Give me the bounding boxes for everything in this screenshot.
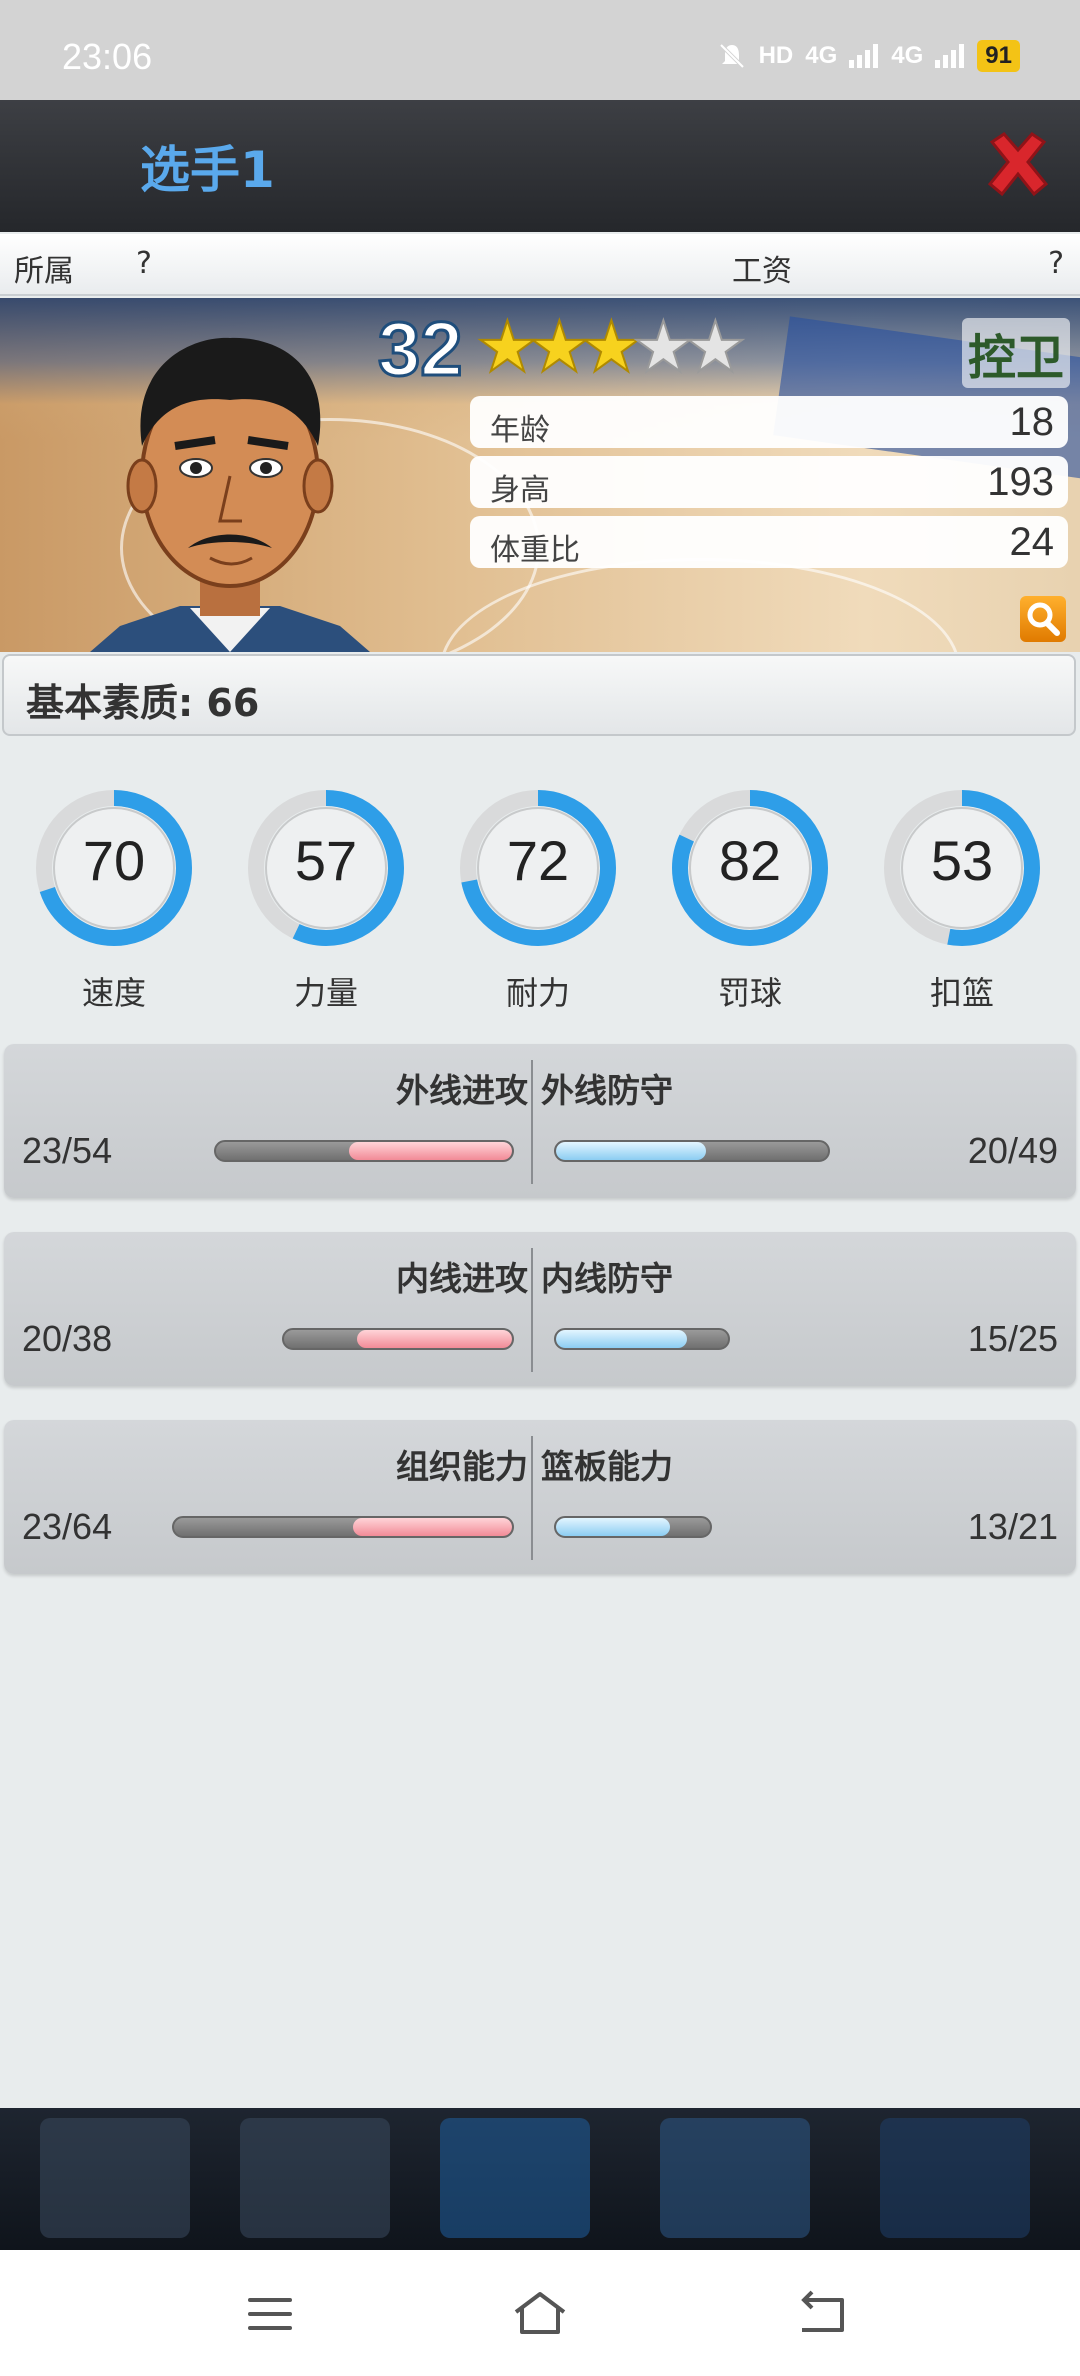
game-nav-item[interactable]	[440, 2118, 590, 2238]
gauge-label: 力量	[293, 974, 358, 1012]
affiliation-value: ?	[136, 246, 152, 281]
signal-bars-icon	[849, 44, 879, 68]
gauge-value: 57	[294, 829, 358, 892]
attack-bar-fill	[356, 1330, 512, 1348]
signal-4g-icon: 4G	[805, 42, 838, 69]
attack-bar-fill	[349, 1142, 512, 1160]
game-nav-item[interactable]	[40, 2118, 190, 2238]
defense-title: 内线防守	[541, 1259, 673, 1298]
gauge-value: 72	[506, 829, 570, 892]
position-badge: 控卫	[961, 318, 1070, 388]
attribute-label: 身高	[490, 473, 550, 508]
gauge-dunk: 53 扣篮	[882, 780, 1042, 1020]
game-bottom-nav	[0, 2108, 1080, 2250]
info-row: 所属 ? 工资 ?	[0, 234, 1080, 296]
affiliation-label: 所属	[14, 254, 74, 289]
player-card: 32 ★ ★ ★ ★ ★ 控卫 年龄 18 身高 193 体重比 24	[0, 298, 1080, 652]
attack-bar-fill	[353, 1518, 512, 1536]
star-icon: ★	[475, 306, 540, 388]
attack-bar	[214, 1140, 514, 1162]
gauge-label: 扣篮	[929, 974, 994, 1012]
signal-bars-icon	[935, 44, 965, 68]
game-nav-item[interactable]	[880, 2118, 1030, 2238]
star-icon: ★	[527, 306, 592, 388]
gauge-free-throw: 82 罚球	[670, 780, 830, 1020]
panel-divider	[531, 1248, 533, 1372]
comparison-outside: 外线进攻 外线防守 23/54 20/49	[4, 1044, 1076, 1198]
system-nav-bar	[0, 2250, 1080, 2376]
home-icon[interactable]	[510, 2288, 570, 2338]
signal-4g-icon: 4G	[891, 42, 924, 69]
gauge-value: 70	[82, 829, 146, 892]
defense-value: 20/49	[967, 1130, 1058, 1171]
gauge-value: 82	[718, 829, 782, 892]
defense-title: 篮板能力	[541, 1447, 673, 1486]
attack-value: 20/38	[22, 1318, 113, 1359]
attribute-height: 身高 193	[470, 456, 1068, 508]
attack-title: 内线进攻	[396, 1259, 528, 1298]
defense-bar-fill	[556, 1518, 670, 1536]
player-avatar	[90, 337, 370, 652]
attack-bar	[172, 1516, 514, 1538]
attack-bar	[282, 1328, 514, 1350]
attack-value: 23/64	[22, 1506, 113, 1547]
attribute-label: 体重比	[490, 533, 580, 568]
panel-divider	[531, 1060, 533, 1184]
salary-value: ?	[1048, 246, 1064, 281]
defense-bar-fill	[556, 1330, 687, 1348]
attribute-value: 193	[987, 460, 1054, 504]
defense-bar	[554, 1516, 712, 1538]
defense-value: 13/21	[967, 1506, 1058, 1547]
gauge-label: 耐力	[505, 974, 570, 1012]
defense-bar	[554, 1328, 730, 1350]
gauge-label: 罚球	[717, 974, 782, 1012]
defense-value: 15/25	[967, 1318, 1058, 1359]
base-quality-text: 基本素质: 66	[26, 681, 260, 725]
panel-divider	[531, 1436, 533, 1560]
attack-title: 组织能力	[396, 1447, 528, 1486]
gauge-value: 53	[930, 829, 994, 892]
gauge-strength: 57 力量	[246, 780, 406, 1020]
defense-bar	[554, 1140, 830, 1162]
skill-gauges: 70 速度 57 力量 72 耐力 82 罚球 53 扣篮	[0, 780, 1080, 1020]
status-icons: HD 4G 4G 91	[717, 40, 1020, 72]
star-rating: ★ ★ ★ ★ ★	[475, 306, 748, 388]
comparison-inside: 内线进攻 内线防守 20/38 15/25	[4, 1232, 1076, 1386]
dialog-header: 选手1	[0, 100, 1080, 232]
game-nav-item[interactable]	[660, 2118, 810, 2238]
search-icon	[1027, 602, 1060, 636]
gauge-stamina: 72 耐力	[458, 780, 618, 1020]
attribute-value: 18	[1009, 400, 1055, 444]
gauge-speed: 70 速度	[34, 780, 194, 1020]
attack-title: 外线进攻	[396, 1071, 528, 1110]
player-name-title: 选手1	[140, 141, 275, 199]
star-icon: ★	[579, 306, 644, 388]
game-nav-item[interactable]	[240, 2118, 390, 2238]
close-icon[interactable]	[982, 128, 1054, 200]
mute-icon	[719, 43, 745, 69]
search-button[interactable]	[1020, 596, 1066, 642]
gauge-label: 速度	[81, 974, 146, 1012]
comparison-organize-rebound: 组织能力 篮板能力 23/64 13/21	[4, 1420, 1076, 1574]
menu-icon[interactable]	[246, 2294, 294, 2334]
back-icon[interactable]	[796, 2290, 848, 2336]
battery-indicator: 91	[977, 40, 1020, 72]
status-bar: 23:06 HD 4G 4G 91	[0, 0, 1080, 100]
star-empty-icon: ★	[683, 306, 748, 388]
base-quality-bar: 基本素质: 66	[2, 654, 1076, 736]
attack-value: 23/54	[22, 1130, 113, 1171]
player-rating: 32	[377, 306, 465, 394]
defense-bar-fill	[556, 1142, 706, 1160]
salary-label: 工资	[732, 254, 792, 289]
attribute-weight-ratio: 体重比 24	[470, 516, 1068, 568]
defense-title: 外线防守	[541, 1071, 673, 1110]
attribute-value: 24	[1009, 520, 1055, 564]
attribute-age: 年龄 18	[470, 396, 1068, 448]
attribute-label: 年龄	[490, 413, 550, 448]
status-time: 23:06	[62, 36, 153, 77]
hd-icon: HD	[758, 42, 794, 69]
star-empty-icon: ★	[631, 306, 696, 388]
